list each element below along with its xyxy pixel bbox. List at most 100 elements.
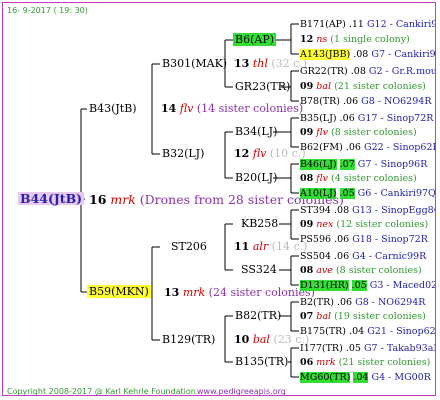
- g4-b3-dam-info: G22 - Sinop62R: [363, 142, 436, 153]
- g4-b6-line3[interactable]: D131(HR) .05 G3 - Maced02Q: [300, 279, 435, 292]
- g4-b5-line3[interactable]: PS596 .06 G18 - Sinop72R: [300, 233, 428, 246]
- g4-b5-dam-info: G18 - Sinop72R: [352, 234, 428, 245]
- g4-b2-info: G2 - Gr.R.mounta: [368, 66, 436, 77]
- sire-dam-gen-code: flv: [252, 147, 267, 160]
- g4-b2-line2: 09 bal (21 sister colonies): [300, 80, 426, 93]
- g4-b6-line1[interactable]: SS504 .06 G4 - Carnic99R: [300, 250, 426, 263]
- g4-b4-dam-info: G6 - Cankiri97Q: [357, 188, 436, 199]
- g4-b3-line1[interactable]: B35(LJ) .06 G17 - Sinop72R: [300, 112, 433, 125]
- g3-node-6[interactable]: SS324: [239, 263, 279, 276]
- g4-b6-name: SS504: [300, 251, 331, 262]
- website-link[interactable]: www.pedigreeapis.org: [197, 385, 286, 395]
- g4-b4-info: G7 - Sinop96R: [357, 159, 428, 170]
- sire-gen-note: (14 sister colonies): [196, 102, 304, 115]
- dam-gen-num: 13: [164, 286, 180, 299]
- g3-node-4[interactable]: B20(LJ): [233, 171, 279, 184]
- g4-b1-line1[interactable]: B171(AP) .11 G12 - Cankiri97Q: [300, 18, 435, 31]
- g4-b6-line2: 08 ave (8 sister colonies): [300, 264, 422, 277]
- g4-b2-note: (21 sister colonies): [334, 81, 426, 92]
- g4-b4-num: 08: [300, 173, 314, 184]
- g4-b5-num: 09: [300, 219, 314, 230]
- g4-b7-line3[interactable]: B175(TR) .04 G21 - Sinop62R: [300, 325, 436, 338]
- g4-b6-year: .06: [334, 251, 350, 262]
- dam-sire-gen-code: alr: [252, 240, 269, 253]
- sire-sire-gen-num: 13: [234, 57, 250, 70]
- g3-node-1[interactable]: B6(AP): [233, 33, 277, 46]
- g3-node-8[interactable]: B135(TR): [233, 355, 290, 368]
- g4-b3-info: G17 - Sinop72R: [357, 113, 434, 124]
- g4-b1-dam-year: .08: [353, 49, 369, 60]
- sire-generation: 14 flv (14 sister colonies): [161, 102, 303, 115]
- g4-b3-line2: 09 flv (8 sister colonies): [300, 126, 417, 139]
- dam-sire-node[interactable]: ST206: [169, 240, 209, 253]
- g4-b1-code: ns: [316, 34, 328, 45]
- g4-b1-line3[interactable]: A143(JBB) .08 G7 - Cankiri97Q: [300, 48, 435, 61]
- g4-b3-note: (8 sister colonies): [331, 127, 417, 138]
- g4-b5-name: ST394: [300, 205, 331, 216]
- g4-b4-dam-name: A10(LJ): [300, 188, 337, 199]
- g4-b5-dam-year: .06: [334, 234, 350, 245]
- g4-b3-code: flv: [316, 127, 328, 138]
- g4-b4-line1[interactable]: B46(LJ) .07 G7 - Sinop96R: [300, 158, 427, 171]
- g4-b1-year: .11: [348, 19, 364, 30]
- g4-b2-line1[interactable]: GR22(TR) .08 G2 - Gr.R.mounta: [300, 65, 436, 78]
- g4-b6-dam-name: D131(HR): [300, 280, 349, 291]
- g4-b1-line2: 12 ns (1 single colony): [300, 33, 410, 46]
- g4-b6-info: G4 - Carnic99R: [352, 251, 427, 262]
- g4-b6-num: 08: [300, 265, 314, 276]
- sire-sire-node[interactable]: B301(MAK): [160, 57, 229, 70]
- dam-sire-gen-num: 11: [234, 240, 250, 253]
- g4-b2-year: .08: [350, 66, 366, 77]
- copyright-text: Copyright 2008-2017 @ Karl Kehrle Founda…: [7, 387, 199, 396]
- g4-b1-info: G12 - Cankiri97Q: [366, 19, 435, 30]
- dam-gen-code: mrk: [182, 286, 206, 299]
- g4-b2-num: 09: [300, 81, 314, 92]
- g4-b2-dam-info: G8 - NO6294R: [361, 96, 432, 107]
- g4-b4-code: flv: [316, 173, 328, 184]
- g4-b8-dam-year: .04: [353, 372, 369, 383]
- g3-node-2[interactable]: GR23(TR): [233, 80, 292, 93]
- g4-b8-line1[interactable]: I177(TR) .05 G7 - Takab93aR: [300, 342, 435, 355]
- g4-b5-info: G13 - SinopEgg86R: [352, 205, 435, 216]
- root-gen-num: 16: [89, 192, 107, 207]
- pedigree-frame: 16- 9-2017 ( 19: 30) Copyright 2008-2017…: [2, 2, 436, 396]
- g4-b8-dam-info: G4 - MG00R: [371, 372, 431, 383]
- dam-gen-note: (24 sister colonies): [208, 286, 315, 299]
- g4-b7-line1[interactable]: B2(TR) .06 G8 - NO6294R: [300, 296, 425, 309]
- g4-b2-dam-name: B78(TR): [300, 96, 340, 107]
- dam-dam-gen-code: bal: [252, 333, 270, 346]
- g4-b3-dam-name: B62(FM): [300, 142, 343, 153]
- g4-b7-dam-name: B175(TR): [300, 326, 347, 337]
- g4-b2-code: bal: [316, 81, 332, 92]
- sire-dam-node[interactable]: B32(LJ): [160, 147, 206, 160]
- g4-b8-line3[interactable]: MG60(TR) .04 G4 - MG00R: [300, 371, 431, 384]
- g3-node-3[interactable]: B34(LJ): [233, 125, 279, 138]
- g4-b8-name: I177(TR): [300, 343, 343, 354]
- sire-sire-gen-code: thl: [252, 57, 268, 70]
- root-queen[interactable]: B44(JtB): [18, 192, 85, 205]
- g4-b4-note: (4 sister colonies): [331, 173, 417, 184]
- g4-b5-line1[interactable]: ST394 .08 G13 - SinopEgg86R: [300, 204, 435, 217]
- dam-dam-node[interactable]: B129(TR): [160, 333, 217, 346]
- g4-b2-name: GR22(TR): [300, 66, 348, 77]
- g3-node-5[interactable]: KB258: [239, 217, 280, 230]
- sire-node[interactable]: B43(JtB): [87, 102, 139, 115]
- g4-b4-year: .07: [339, 159, 355, 170]
- g4-b7-code: bal: [316, 311, 332, 322]
- g4-b7-dam-year: .04: [349, 326, 365, 337]
- g4-b3-line3[interactable]: B62(FM) .06 G22 - Sinop62R: [300, 141, 436, 154]
- g4-b8-code: mrk: [316, 357, 336, 368]
- g4-b8-year: .05: [345, 343, 361, 354]
- g4-b3-num: 09: [300, 127, 314, 138]
- g4-b7-dam-info: G21 - Sinop62R: [367, 326, 436, 337]
- g4-b2-line3[interactable]: B78(TR) .06 G8 - NO6294R: [300, 95, 431, 108]
- g4-b7-note: (19 sister colonies): [334, 311, 426, 322]
- g4-b8-note: (21 sister colonies): [338, 357, 431, 368]
- dam-node[interactable]: B59(MKN): [87, 285, 151, 298]
- g4-b7-line2: 07 bal (19 sister colonies): [300, 310, 426, 323]
- g4-b1-dam-name: A143(JBB): [300, 49, 351, 60]
- g4-b4-line3[interactable]: A10(LJ) .05 G6 - Cankiri97Q: [300, 187, 436, 200]
- g4-b8-line2: 06 mrk (21 sister colonies): [300, 356, 430, 369]
- g3-node-7[interactable]: B82(TR): [233, 309, 283, 322]
- g4-b7-info: G8 - NO6294R: [355, 297, 426, 308]
